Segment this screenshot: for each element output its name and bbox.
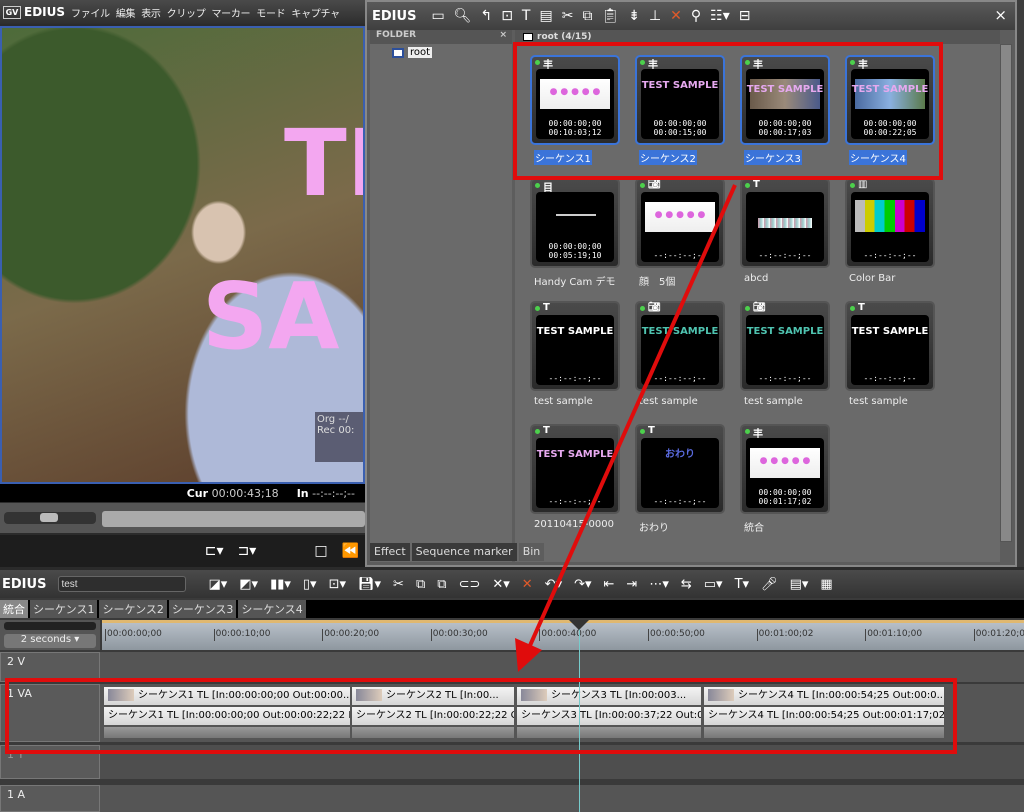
arrow-line [526, 184, 737, 651]
annotation-arrow [515, 184, 737, 672]
arrow-head [515, 638, 542, 672]
